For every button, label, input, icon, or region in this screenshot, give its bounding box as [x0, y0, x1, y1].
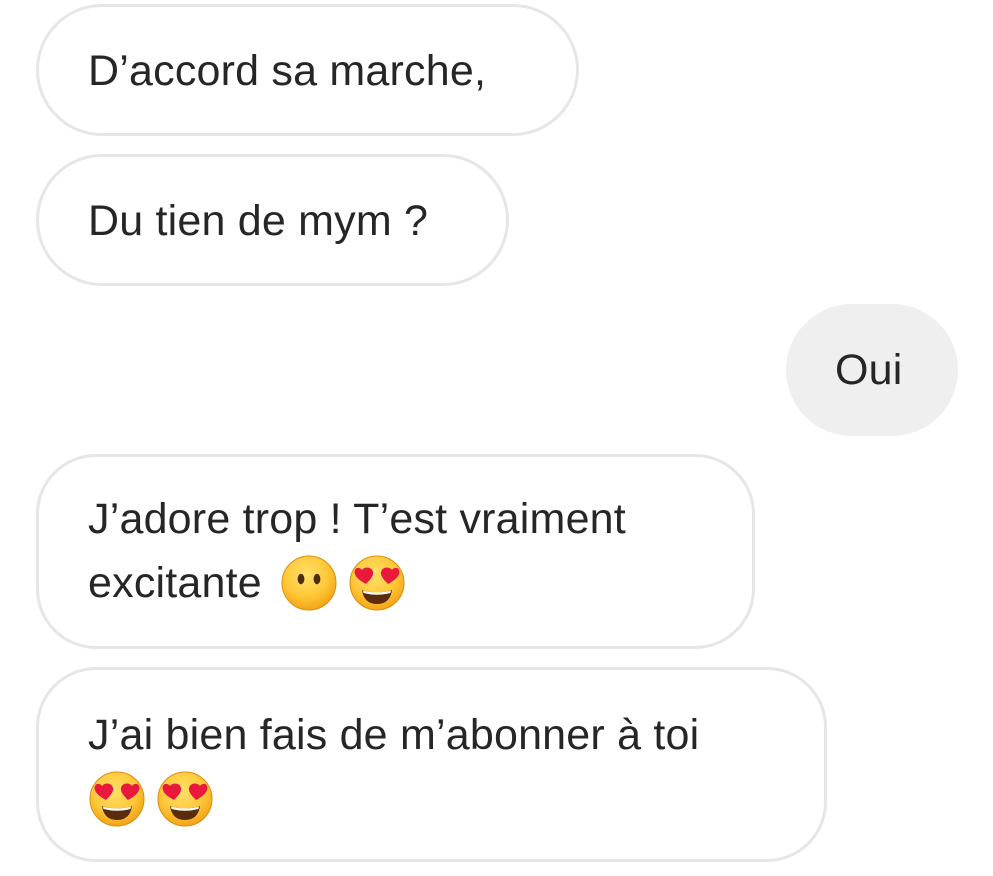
message-line: Du tien de mym ? [88, 189, 506, 253]
message-line: Oui [835, 338, 958, 402]
message-line: D’accord sa marche, [88, 39, 576, 103]
message-line: excitante [88, 551, 752, 615]
message-bubble-received[interactable]: J’ai bien fais de m’abonner à toi [36, 667, 827, 862]
heart-eyes-icon [348, 554, 406, 612]
message-text: excitante [88, 559, 262, 607]
message-bubble-received[interactable]: D’accord sa marche, [36, 4, 579, 136]
message-text: J’adore trop ! T’est vraiment [88, 495, 626, 543]
message-line [88, 767, 824, 831]
message-line: J’adore trop ! T’est vraiment [88, 487, 752, 551]
heart-eyes-icon [156, 770, 214, 828]
heart-eyes-icon [88, 770, 146, 828]
message-bubble-received[interactable]: Du tien de mym ? [36, 154, 509, 286]
message-line: J’ai bien fais de m’abonner à toi [88, 703, 824, 767]
message-bubble-sent[interactable]: Oui [786, 304, 958, 436]
message-text: Oui [835, 346, 903, 394]
neutral-face-icon [280, 554, 338, 612]
message-bubble-received[interactable]: J’adore trop ! T’est vraiment excitante [36, 454, 755, 649]
message-text: Du tien de mym ? [88, 197, 429, 245]
message-text: D’accord sa marche, [88, 47, 487, 95]
message-text: J’ai bien fais de m’abonner à toi [88, 711, 700, 759]
